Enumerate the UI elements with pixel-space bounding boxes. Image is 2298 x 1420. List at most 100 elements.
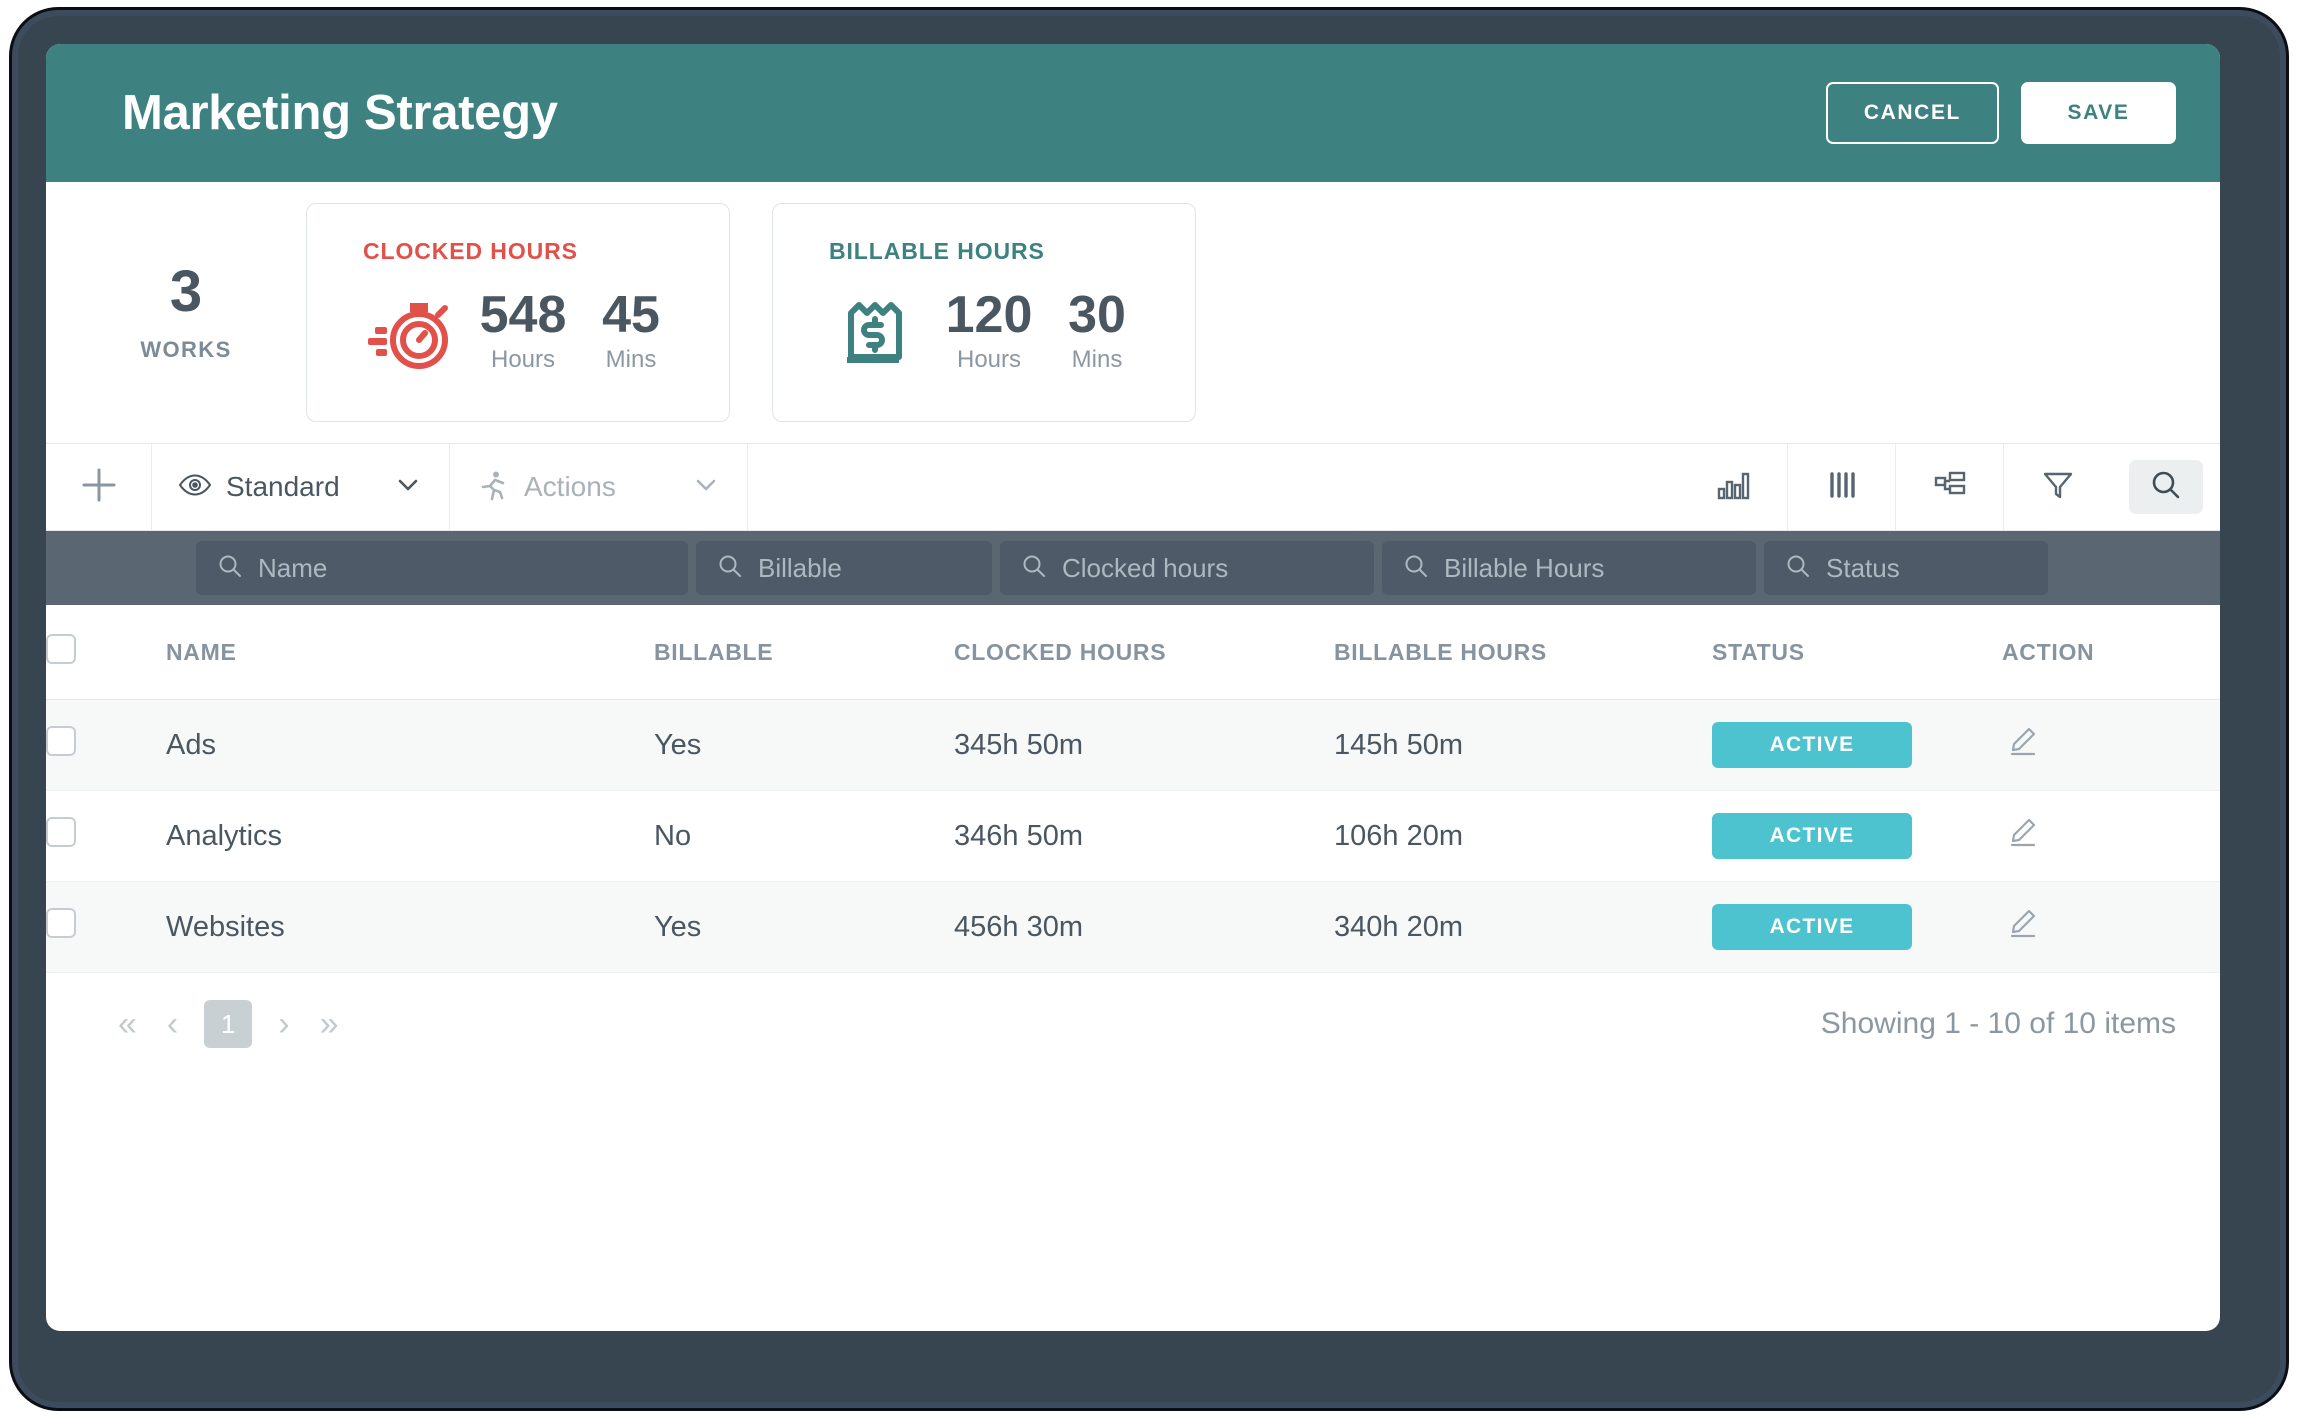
cell-clocked-hours: 456h 30m	[954, 881, 1334, 973]
actions-select[interactable]: Actions	[450, 444, 748, 530]
column-header-status[interactable]: STATUS	[1712, 605, 2002, 700]
column-header-action: ACTION	[2002, 605, 2220, 700]
status-badge[interactable]: ACTIVE	[1712, 813, 1912, 859]
save-button[interactable]: SAVE	[2021, 82, 2176, 144]
view-select[interactable]: Standard	[152, 444, 450, 530]
view-select-label: Standard	[226, 471, 340, 502]
works-label: WORKS	[140, 336, 232, 362]
chart-icon	[1714, 465, 1754, 510]
column-header-billable-hours[interactable]: BILLABLE HOURS	[1334, 605, 1712, 700]
billable-hours-mins-label: Mins	[1071, 346, 1123, 374]
filter-funnel-icon-button[interactable]	[2004, 444, 2112, 530]
table-header-row: NAME BILLABLE CLOCKED HOURS BILLABLE HOU…	[46, 605, 2220, 700]
column-header-clocked-hours[interactable]: CLOCKED HOURS	[954, 605, 1334, 700]
cell-action	[2002, 881, 2220, 973]
edit-pencil-icon[interactable]	[2002, 812, 2042, 860]
cell-billable-hours: 340h 20m	[1334, 881, 1712, 973]
pagination-last[interactable]: »	[310, 999, 349, 1049]
actions-select-label: Actions	[524, 471, 616, 502]
table-toolbar: Standard Actions	[46, 444, 2220, 531]
cell-action	[2002, 790, 2220, 882]
search-icon	[216, 552, 244, 585]
table-row[interactable]: Websites Yes 456h 30m 340h 20m ACTIVE	[46, 881, 2220, 973]
filter-funnel-icon	[2038, 465, 2078, 510]
billable-hours-hours-label: Hours	[956, 346, 1022, 374]
search-icon	[2148, 467, 2184, 508]
chevron-down-icon	[393, 470, 423, 505]
works-table: NAME BILLABLE CLOCKED HOURS BILLABLE HOU…	[46, 605, 2220, 973]
chart-icon-button[interactable]	[1680, 444, 1788, 530]
clocked-hours-mins: 45 Mins	[583, 288, 679, 375]
edit-pencil-icon[interactable]	[2002, 903, 2042, 951]
billable-hours-title: BILLABLE HOURS	[829, 238, 1045, 264]
pagination-row: « ‹ 1 › » Showing 1 - 10 of 10 items	[46, 973, 2220, 1049]
cell-name: Ads	[166, 699, 654, 791]
group-tree-icon-button[interactable]	[1896, 444, 2004, 530]
stopwatch-icon	[363, 283, 459, 379]
row-checkbox[interactable]	[46, 817, 76, 847]
status-badge[interactable]: ACTIVE	[1712, 722, 1912, 768]
pagination-prev[interactable]: ‹	[157, 999, 188, 1049]
column-header-name[interactable]: NAME	[166, 605, 654, 700]
columns-icon	[1822, 465, 1862, 510]
works-summary: 3 WORKS	[106, 258, 266, 363]
select-all-checkbox[interactable]	[46, 634, 76, 664]
filter-billable-hours[interactable]: Billable Hours	[1382, 541, 1756, 595]
pagination-page-1[interactable]: 1	[204, 1000, 253, 1048]
cell-clocked-hours: 345h 50m	[954, 699, 1334, 791]
billable-hours-mins: 30 Mins	[1049, 288, 1145, 375]
cell-clocked-hours: 346h 50m	[954, 790, 1334, 882]
clocked-hours-values: 548 Hours 45 Mins	[475, 288, 691, 375]
row-select-cell	[46, 699, 166, 791]
filter-row: Name Billable Clocked hours Billable Hou…	[46, 531, 2220, 605]
page-title: Marketing Strategy	[122, 86, 558, 140]
row-checkbox[interactable]	[46, 908, 76, 938]
app-header: Marketing Strategy CANCEL SAVE	[46, 44, 2220, 182]
table-row[interactable]: Analytics No 346h 50m 106h 20m ACTIVE	[46, 790, 2220, 882]
clocked-hours-mins-label: Mins	[605, 346, 657, 374]
add-record-button[interactable]	[46, 444, 152, 530]
filter-clocked-hours[interactable]: Clocked hours	[1000, 541, 1374, 595]
cell-billable-hours: 106h 20m	[1334, 790, 1712, 882]
table-row[interactable]: Ads Yes 345h 50m 145h 50m ACTIVE	[46, 699, 2220, 791]
pagination-next[interactable]: ›	[268, 999, 299, 1049]
cell-status: ACTIVE	[1712, 881, 2002, 973]
cell-status: ACTIVE	[1712, 699, 2002, 791]
cell-billable: No	[654, 790, 954, 882]
search-icon	[1402, 552, 1430, 585]
runner-icon	[476, 468, 510, 507]
filter-billable[interactable]: Billable	[696, 541, 992, 595]
cell-status: ACTIVE	[1712, 790, 2002, 882]
cancel-button[interactable]: CANCEL	[1825, 82, 1999, 144]
search-toggle-button[interactable]	[2112, 444, 2220, 530]
search-button-surface[interactable]	[2129, 460, 2203, 514]
filter-status[interactable]: Status	[1764, 541, 2048, 595]
search-icon	[716, 552, 744, 585]
clocked-hours-hours: 548 Hours	[475, 288, 571, 375]
filter-name[interactable]: Name	[196, 541, 688, 595]
pagination: « ‹ 1 › »	[108, 999, 349, 1049]
search-icon	[1784, 552, 1812, 585]
cell-billable-hours: 145h 50m	[1334, 699, 1712, 791]
row-checkbox[interactable]	[46, 726, 76, 756]
column-header-billable[interactable]: BILLABLE	[654, 605, 954, 700]
edit-pencil-icon[interactable]	[2002, 721, 2042, 769]
eye-icon	[178, 468, 212, 507]
app-screen: Marketing Strategy CANCEL SAVE 3 WORKS C…	[46, 44, 2220, 1331]
pagination-first[interactable]: «	[108, 999, 147, 1049]
clocked-hours-hours-label: Hours	[490, 346, 556, 374]
columns-icon-button[interactable]	[1788, 444, 1896, 530]
group-tree-icon	[1930, 465, 1970, 510]
clocked-hours-card: CLOCKED HOURS 548 Hours 45 Mins	[306, 203, 730, 422]
cell-name: Analytics	[166, 790, 654, 882]
device-frame: Marketing Strategy CANCEL SAVE 3 WORKS C…	[12, 10, 2286, 1408]
search-icon	[1020, 552, 1048, 585]
status-badge[interactable]: ACTIVE	[1712, 904, 1912, 950]
billable-hours-hours-value: 120	[945, 285, 1033, 344]
filter-clocked-hours-placeholder: Clocked hours	[1062, 552, 1229, 583]
works-count: 3	[169, 258, 203, 324]
filter-name-placeholder: Name	[258, 552, 328, 583]
filter-status-placeholder: Status	[1826, 552, 1900, 583]
cell-billable: Yes	[654, 881, 954, 973]
